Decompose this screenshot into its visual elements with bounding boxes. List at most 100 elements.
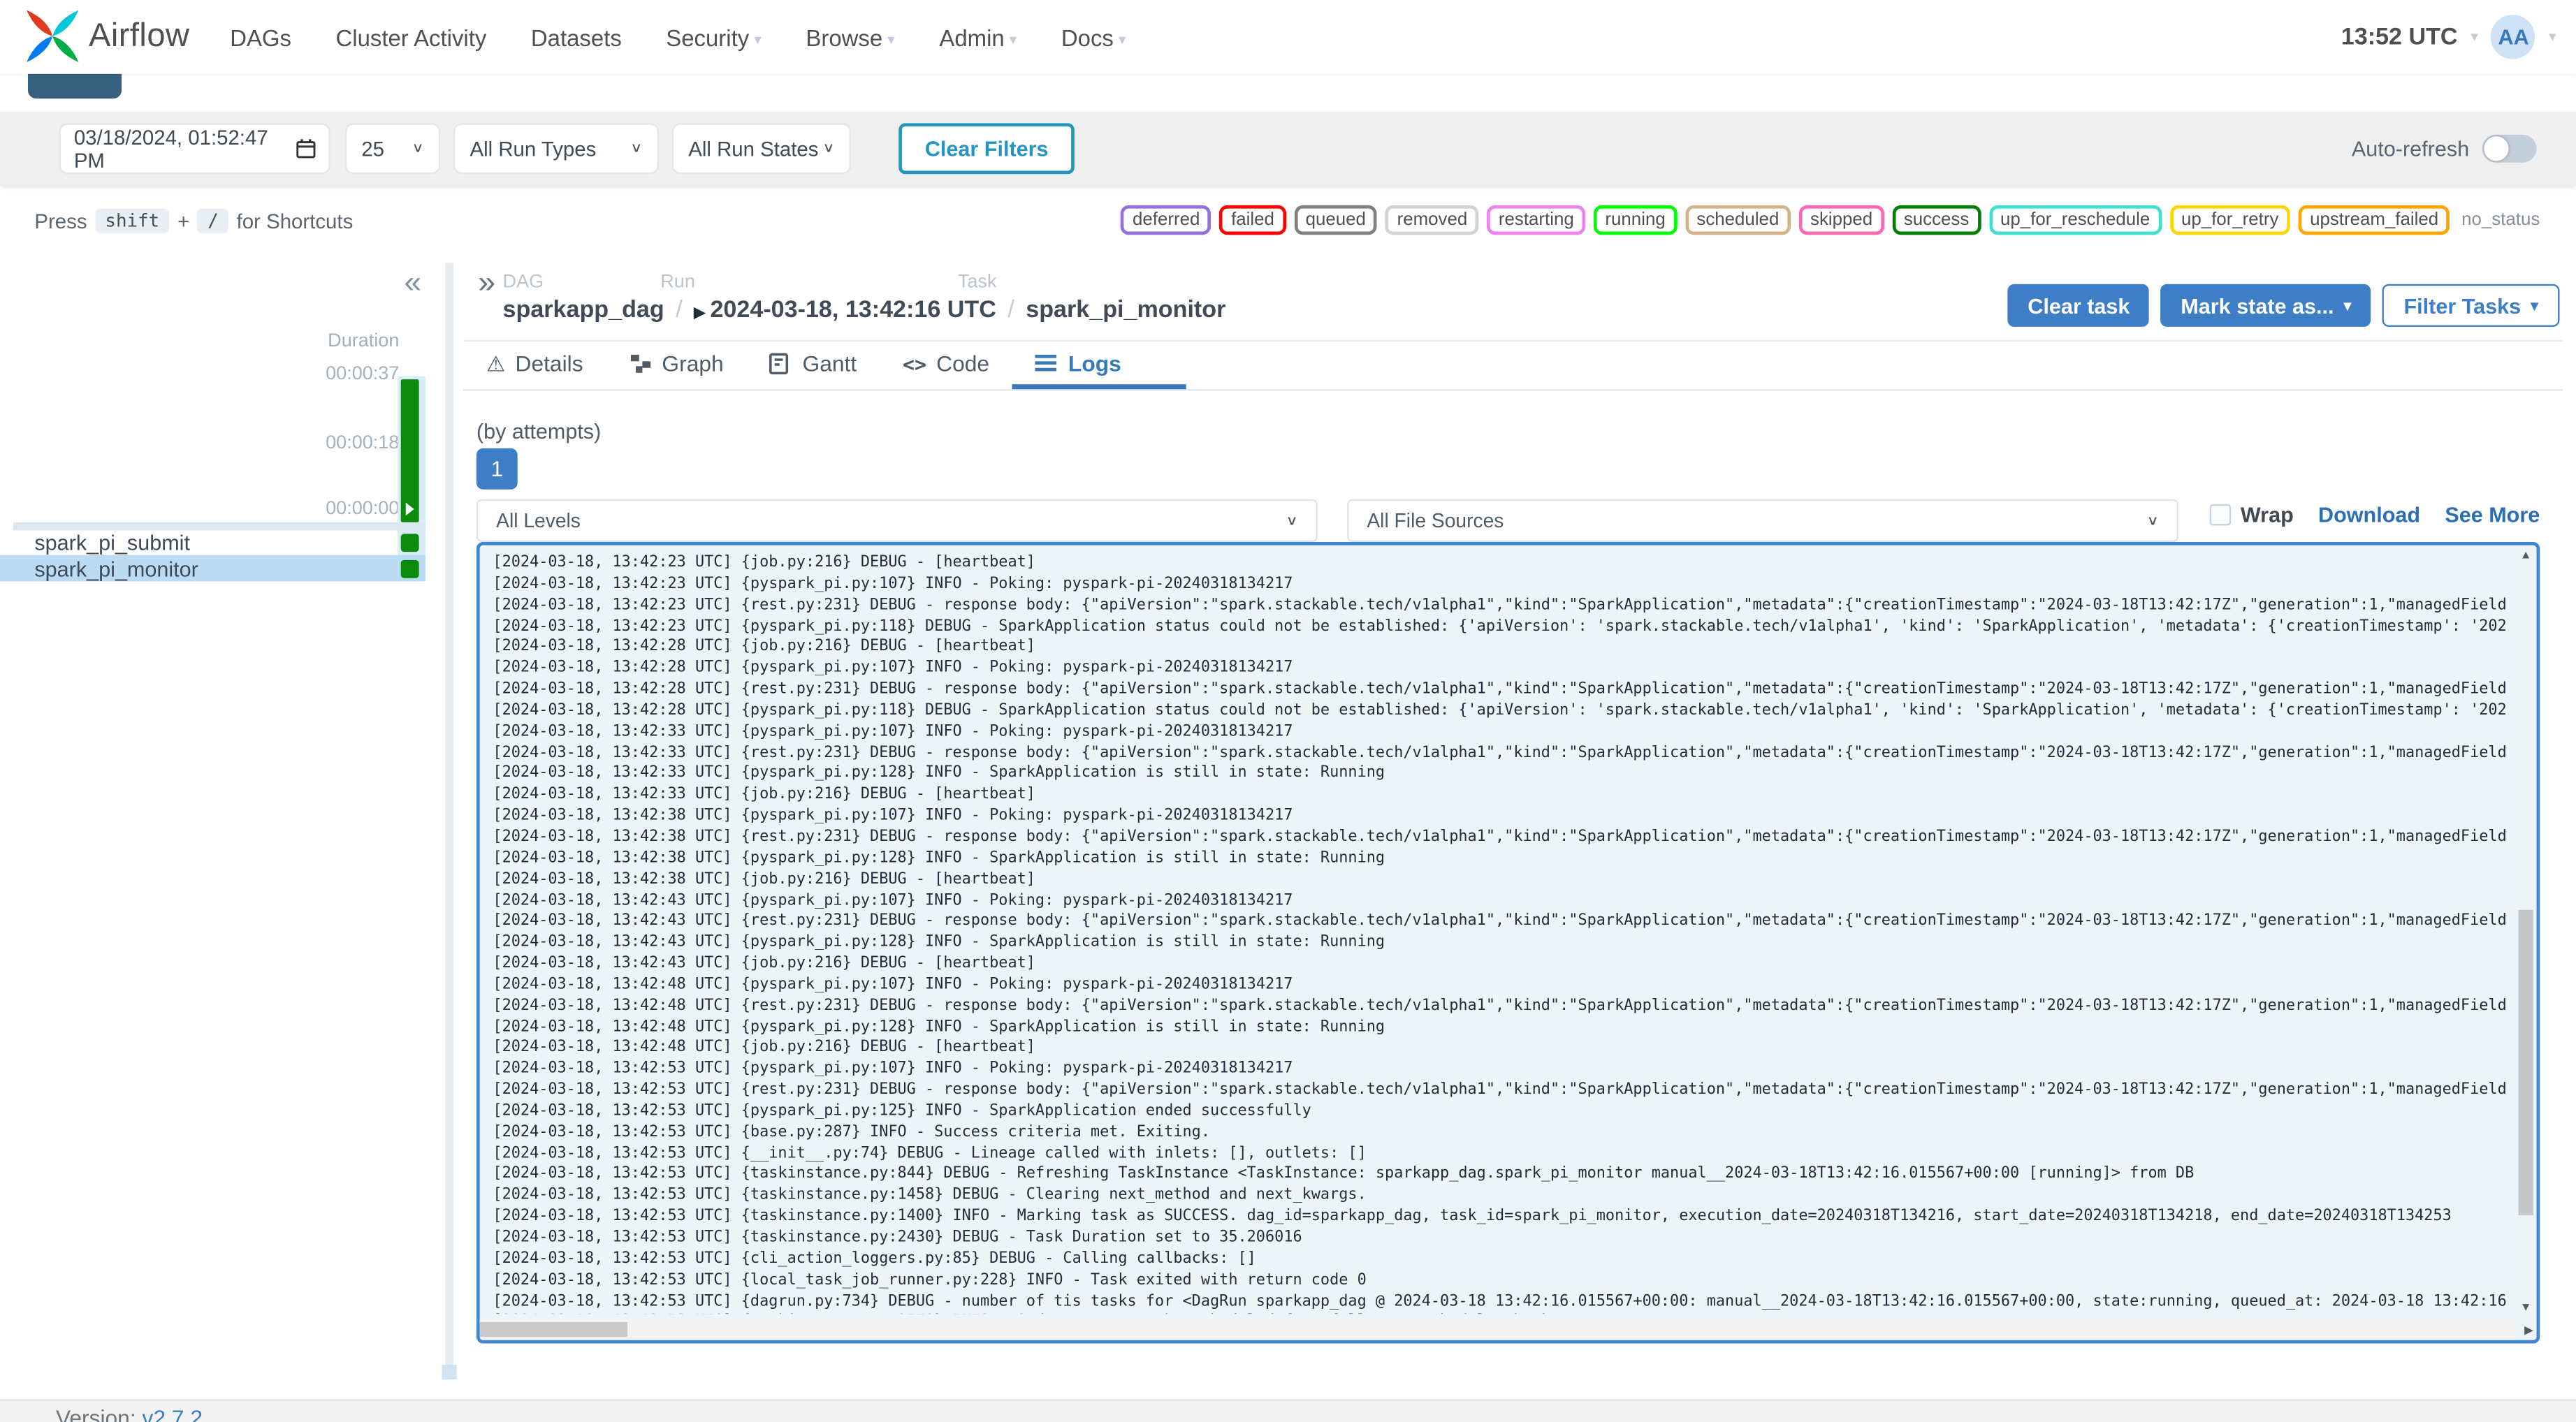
state-badge: upstream_failed: [2298, 205, 2450, 235]
clock-timezone[interactable]: 13:52 UTC: [2341, 24, 2458, 50]
task-instance-square[interactable]: [400, 533, 419, 551]
vertical-scrollbar-thumb[interactable]: [2518, 909, 2533, 1216]
filter-tasks-button[interactable]: Filter Tasks ▾: [2382, 284, 2560, 327]
chevron-down-icon[interactable]: ▾: [2471, 28, 2478, 46]
duration-tick: 00:00:00: [326, 499, 400, 520]
log-level-select[interactable]: All Levels ∨: [476, 499, 1318, 542]
state-badge-label: queued: [1305, 210, 1366, 230]
nav-menu-item[interactable]: Browse ▾: [806, 24, 894, 50]
state-badge: deferred: [1121, 205, 1211, 235]
mark-state-button[interactable]: Mark state as... ▾: [2161, 284, 2371, 327]
nav-menu-item[interactable]: Datasets▾: [531, 24, 622, 50]
horizontal-scrollbar-thumb[interactable]: [479, 1321, 628, 1337]
state-badge-label: restarting: [1498, 210, 1574, 230]
nav-item-label: Cluster Activity: [335, 24, 487, 50]
breadcrumb-task-value[interactable]: spark_pi_monitor: [1026, 298, 1225, 324]
log-line: [2024-03-18, 13:42:53 UTC] {cli_action_l…: [493, 1249, 1256, 1268]
task-state-legend: deferred failed queued removed restartin…: [1121, 205, 2543, 235]
nav-item-label: Admin: [939, 24, 1005, 50]
scroll-right-arrow-icon[interactable]: ▶: [2524, 1324, 2533, 1337]
nav-menu-item[interactable]: Security ▾: [666, 24, 762, 50]
mark-state-label: Mark state as...: [2181, 293, 2334, 318]
log-line: [2024-03-18, 13:42:53 UTC] {taskinstance…: [493, 1165, 2195, 1184]
tab-logs[interactable]: Logs: [1012, 342, 1187, 390]
see-more-link[interactable]: See More: [2445, 503, 2540, 527]
breadcrumb-dag-value[interactable]: sparkapp_dag: [503, 298, 664, 324]
wrap-checkbox[interactable]: [2209, 504, 2231, 526]
version-link[interactable]: v2.7.2: [143, 1406, 203, 1422]
log-line: [2024-03-18, 13:42:53 UTC] {taskinstance…: [493, 1313, 2507, 1314]
top-navbar: Airflow DAGs▾ Cluster Activity▾ Datasets…: [0, 0, 2576, 74]
log-line: [2024-03-18, 13:42:43 UTC] {job.py:216} …: [493, 954, 1035, 973]
user-avatar[interactable]: AA: [2491, 15, 2536, 59]
log-line: [2024-03-18, 13:42:23 UTC] {pyspark_pi.p…: [493, 617, 2508, 635]
log-actions: Wrap Download See More: [2209, 503, 2540, 527]
chevron-down-icon: ∨: [2146, 513, 2159, 528]
clear-task-button[interactable]: Clear task: [2008, 284, 2150, 327]
panel-resize-divider[interactable]: [442, 263, 457, 1380]
nav-item-label: Browse: [806, 24, 883, 50]
airflow-brand[interactable]: Airflow: [23, 6, 189, 66]
chevron-down-icon[interactable]: ▾: [2549, 28, 2556, 46]
nav-menu-item[interactable]: Admin ▾: [939, 24, 1017, 50]
run-types-select[interactable]: All Run Types ∨: [455, 124, 657, 173]
state-badge: removed: [1385, 205, 1479, 235]
chevron-down-icon: ∨: [630, 141, 643, 156]
state-badge-label: removed: [1397, 210, 1468, 230]
log-line: [2024-03-18, 13:42:43 UTC] {pyspark_pi.p…: [493, 933, 1385, 951]
page-size-select[interactable]: 25 ∨: [347, 124, 439, 173]
attempt-1-button[interactable]: 1: [476, 448, 518, 490]
log-line: [2024-03-18, 13:42:53 UTC] {dagrun.py:73…: [493, 1291, 2508, 1310]
log-line: [2024-03-18, 13:42:23 UTC] {pyspark_pi.p…: [493, 574, 1293, 593]
nav-item-label: Security: [666, 24, 750, 50]
collapse-sidebar-icon[interactable]: «: [404, 266, 421, 302]
filter-tasks-label: Filter Tasks: [2403, 293, 2522, 318]
version-text: Version: v2.7.2: [56, 1406, 203, 1422]
tab-details[interactable]: ⚠ Details: [463, 342, 606, 389]
clear-filters-button[interactable]: Clear Filters: [898, 123, 1075, 175]
task-label: spark_pi_submit: [34, 529, 190, 555]
state-badge-label: scheduled: [1696, 210, 1780, 230]
task-action-buttons: Clear task Mark state as... ▾ Filter Task…: [2008, 284, 2560, 327]
horizontal-scrollbar[interactable]: ▶: [479, 1319, 2533, 1340]
nav-menu: DAGs▾ Cluster Activity▾ Datasets▾ Securi…: [230, 0, 1126, 74]
tab-code[interactable]: <> Code: [880, 342, 1012, 389]
nav-menu-item[interactable]: Cluster Activity▾: [335, 24, 486, 50]
scroll-down-arrow-icon[interactable]: ▼: [2520, 1303, 2531, 1314]
auto-refresh-toggle[interactable]: [2482, 134, 2537, 163]
vertical-scrollbar[interactable]: ▲ ▼: [2515, 545, 2537, 1319]
log-line: [2024-03-18, 13:42:33 UTC] {job.py:216} …: [493, 785, 1035, 804]
breadcrumb-run-value[interactable]: ▶ 2024-03-18, 13:42:16 UTC: [694, 298, 996, 324]
expand-panel-icon[interactable]: »: [478, 266, 495, 302]
gantt-icon: [770, 352, 793, 374]
nav-menu-item[interactable]: Docs ▾: [1061, 24, 1126, 50]
nav-menu-item[interactable]: DAGs▾: [230, 24, 291, 50]
task-row-spark-pi-monitor[interactable]: spark_pi_monitor: [0, 555, 426, 582]
shortcuts-plus: +: [177, 209, 190, 233]
warning-triangle-icon: ⚠: [486, 351, 506, 376]
by-attempts-label: (by attempts): [476, 418, 602, 444]
task-instance-square[interactable]: [400, 559, 419, 578]
download-log-link[interactable]: Download: [2318, 503, 2420, 527]
tab-graph[interactable]: Graph: [606, 342, 746, 389]
task-row-spark-pi-submit[interactable]: spark_pi_submit: [0, 529, 425, 555]
dag-run-duration-bar[interactable]: [400, 379, 419, 522]
run-states-select[interactable]: All Run States ∨: [674, 124, 850, 173]
run-filter-bar: 03/18/2024, 01:52:47 PM 25 ∨ All Run Typ…: [0, 111, 2576, 186]
wrap-toggle-group[interactable]: Wrap: [2209, 503, 2294, 527]
state-badge: scheduled: [1684, 205, 1791, 235]
page-size-value: 25: [361, 137, 385, 161]
chevron-down-icon: ∨: [822, 141, 835, 156]
log-line: [2024-03-18, 13:42:48 UTC] {rest.py:231}…: [493, 996, 2507, 1015]
airflow-grid-page: Airflow DAGs▾ Cluster Activity▾ Datasets…: [0, 0, 2576, 1422]
base-date-input[interactable]: 03/18/2024, 01:52:47 PM: [61, 124, 329, 173]
code-icon: <>: [903, 352, 927, 376]
scroll-up-arrow-icon[interactable]: ▲: [2520, 550, 2531, 562]
tab-label: Logs: [1068, 351, 1121, 376]
brand-name[interactable]: Airflow: [89, 17, 189, 55]
resize-handle[interactable]: [442, 1365, 457, 1380]
chevron-down-icon: ∨: [412, 141, 424, 156]
tab-gantt[interactable]: Gantt: [747, 342, 880, 389]
state-badge: skipped: [1798, 205, 1884, 235]
file-source-select[interactable]: All File Sources ∨: [1347, 499, 2178, 542]
